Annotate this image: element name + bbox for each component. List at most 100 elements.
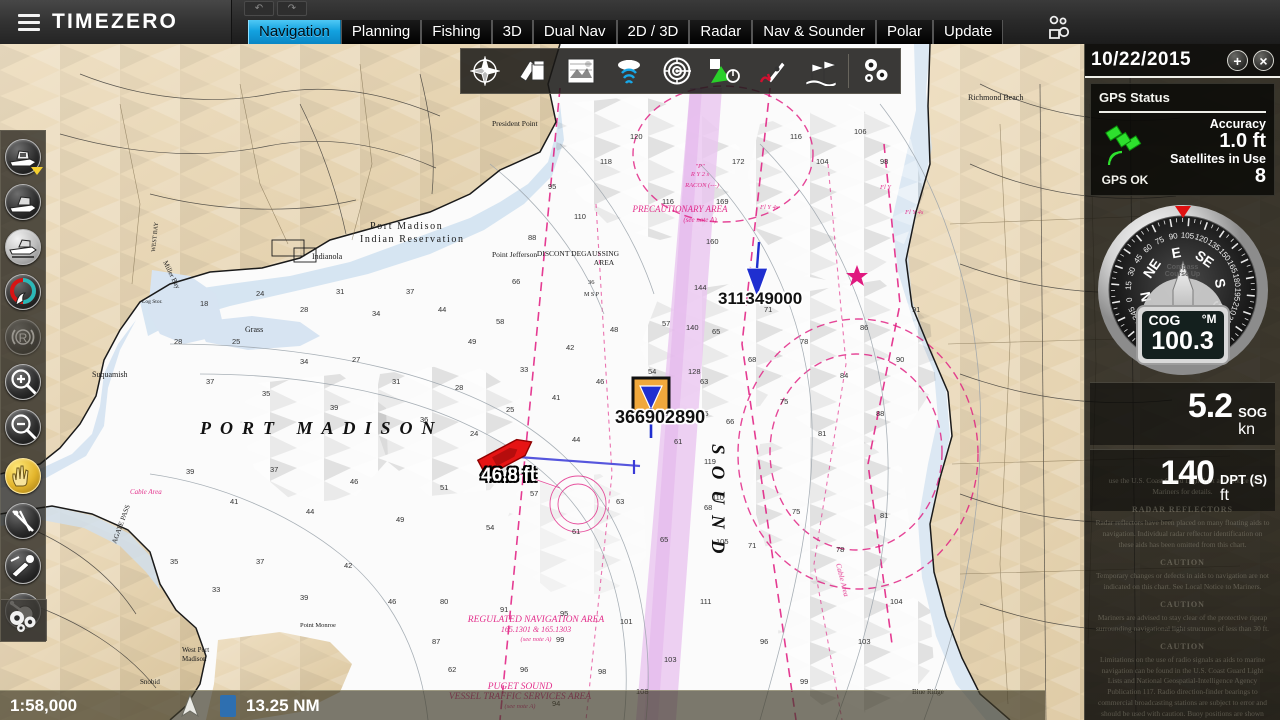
svg-text:110: 110 — [574, 212, 586, 221]
sog-readout-value: 5.2 — [1188, 387, 1232, 426]
radar-icon[interactable] — [653, 49, 701, 93]
svg-text:Snobid: Snobid — [140, 678, 160, 686]
chart-note-body: Mariners are advised to stay clear of th… — [1095, 613, 1270, 634]
svg-text:88: 88 — [528, 233, 536, 242]
scale-distance-value: 13.25 NM — [246, 696, 320, 716]
chart-scale-value: 1:58,000 — [0, 696, 160, 716]
svg-text:36: 36 — [588, 279, 595, 286]
svg-text:88: 88 — [876, 409, 884, 418]
svg-text:119: 119 — [704, 457, 716, 466]
svg-text:49: 49 — [396, 515, 404, 524]
chart-note-heading: RADAR REFLECTORS — [1095, 504, 1270, 516]
gps-divider — [1099, 111, 1266, 113]
workspace-settings-icon[interactable] — [1046, 14, 1072, 40]
svg-text:Fl Y 4s: Fl Y 4s — [759, 204, 779, 211]
divider-tool-icon[interactable] — [2, 500, 44, 542]
photo-overlay-icon[interactable] — [557, 49, 605, 93]
pan-hand-icon[interactable] — [2, 455, 44, 497]
svg-text:27: 27 — [352, 355, 360, 364]
gps-status-widget[interactable]: GPS Status GPS OK — [1090, 83, 1275, 196]
svg-text:61: 61 — [674, 437, 682, 446]
settings-gears-icon[interactable] — [1, 599, 47, 641]
tab-navigation[interactable]: Navigation — [248, 20, 341, 44]
cog-unit: °M — [1202, 312, 1217, 328]
marks-icon[interactable] — [797, 49, 845, 93]
svg-text:35: 35 — [170, 557, 178, 566]
svg-text:Point Monroe: Point Monroe — [300, 622, 336, 629]
svg-text:24: 24 — [470, 429, 478, 438]
undo-button[interactable]: ↶ — [244, 1, 274, 16]
svg-text:RACON (---): RACON (---) — [684, 182, 719, 189]
svg-text:25: 25 — [506, 405, 514, 414]
scale-bar-chip — [220, 695, 236, 717]
chart-note-heading: CAUTION — [1095, 641, 1270, 653]
left-tool-strip: R — [0, 130, 46, 642]
svg-text:REGULATED NAVIGATION AREA: REGULATED NAVIGATION AREA — [467, 615, 605, 625]
svg-text:37: 37 — [270, 465, 278, 474]
svg-text:68: 68 — [704, 503, 712, 512]
brand-zone: TIMEZERO — [0, 0, 232, 44]
svg-text:M S P: M S P — [584, 292, 600, 298]
chart-note-heading: CAUTION — [1095, 599, 1270, 611]
svg-text:172: 172 — [732, 157, 745, 166]
tab-nav-sounder[interactable]: Nav & Sounder — [752, 20, 876, 44]
cog-label: COG — [1149, 312, 1181, 328]
add-panel-button[interactable]: + — [1227, 50, 1248, 71]
route-icon[interactable] — [749, 49, 797, 93]
svg-text:Fl Y 4s: Fl Y 4s — [904, 209, 924, 216]
ais-target-label-366902890: 366902890 — [615, 407, 705, 428]
tab-polar[interactable]: Polar — [876, 20, 933, 44]
svg-text:41: 41 — [230, 497, 238, 506]
tab-fishing[interactable]: Fishing — [421, 20, 491, 44]
svg-text:98: 98 — [598, 667, 606, 676]
svg-text:68: 68 — [748, 355, 756, 364]
tab-planning[interactable]: Planning — [341, 20, 421, 44]
sog-readout[interactable]: 5.2SOGkn — [1090, 382, 1275, 445]
svg-text:80: 80 — [440, 597, 448, 606]
close-panel-button[interactable]: × — [1253, 50, 1274, 71]
tab-2d-3d[interactable]: 2D / 3D — [617, 20, 690, 44]
svg-text:140: 140 — [686, 323, 699, 332]
timezero-app: PRECAUTIONARY AREA (see note A) REGULATE… — [0, 0, 1280, 720]
svg-text:Grass: Grass — [245, 325, 263, 334]
hamburger-menu-icon[interactable] — [18, 14, 40, 31]
sonar-icon[interactable] — [605, 49, 653, 93]
redo-button[interactable]: ↷ — [277, 1, 307, 16]
zoom-out-icon[interactable] — [2, 406, 44, 448]
settings-icon[interactable] — [852, 49, 900, 93]
svg-text:31: 31 — [392, 377, 400, 386]
autopilot-icon[interactable] — [2, 271, 44, 313]
north-arrow-icon[interactable] — [160, 694, 220, 718]
tab-3d[interactable]: 3D — [492, 20, 533, 44]
svg-text:57: 57 — [662, 319, 670, 328]
svg-text:Port Madison: Port Madison — [370, 221, 443, 232]
undo-redo-group: ↶ ↷ — [244, 1, 307, 16]
svg-text:Point Jefferson: Point Jefferson — [492, 250, 537, 259]
svg-text:R Y 2 s: R Y 2 s — [690, 171, 710, 178]
route-tool-icon[interactable] — [2, 545, 44, 587]
compass-rose-icon[interactable]: N — [461, 49, 509, 93]
svg-text:44: 44 — [306, 507, 314, 516]
tab-update[interactable]: Update — [933, 20, 1003, 44]
svg-text:41: 41 — [552, 393, 560, 402]
range-rings-icon[interactable]: R — [2, 316, 44, 358]
ais-target-icon[interactable] — [701, 49, 749, 93]
svg-text:95: 95 — [560, 609, 568, 618]
svg-text:39: 39 — [186, 467, 194, 476]
tab-dual-nav[interactable]: Dual Nav — [533, 20, 617, 44]
svg-text:Richmond Beach: Richmond Beach — [968, 93, 1023, 102]
ship-view-icon[interactable] — [2, 181, 44, 223]
tab-radar[interactable]: Radar — [689, 20, 752, 44]
chart-library-icon[interactable] — [509, 49, 557, 93]
svg-text:49: 49 — [468, 337, 476, 346]
svg-text:90: 90 — [896, 355, 904, 364]
own-ship-centered-icon[interactable] — [2, 136, 44, 178]
ship-offset-icon[interactable] — [2, 226, 44, 268]
zoom-in-icon[interactable] — [2, 361, 44, 403]
compass-widget[interactable]: 0153045607590105120135150165180195210225… — [1095, 202, 1271, 378]
svg-text:99: 99 — [556, 635, 564, 644]
svg-text:Madison: Madison — [182, 655, 207, 663]
satellites-label: Satellites in Use — [1151, 152, 1266, 166]
accuracy-value: 1.0 ft — [1151, 131, 1266, 152]
svg-text:Fl Y: Fl Y — [879, 184, 892, 191]
